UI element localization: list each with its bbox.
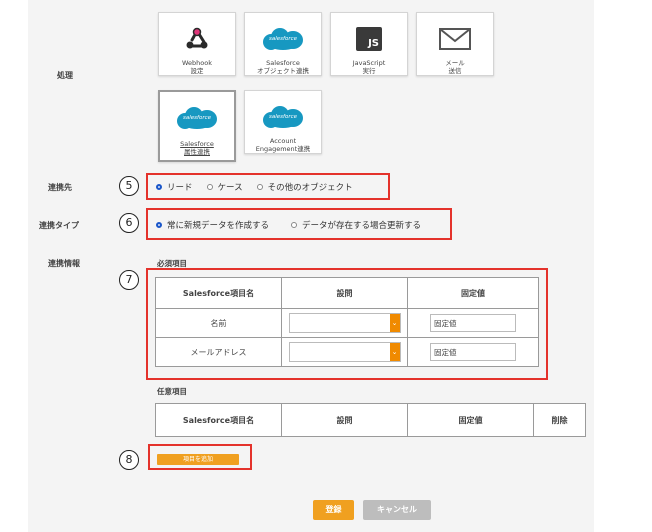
radio-other-object[interactable]: その他のオブジェクト [256,181,353,193]
form-panel [28,0,594,532]
radio-always-create[interactable]: 常に新規データを作成する [156,219,269,231]
tile-account-engagement[interactable]: salesforce Account Engagement連携 [244,90,322,154]
tile-line1: メール [445,59,465,67]
radio-case[interactable]: ケース [206,181,243,193]
header-fixed: 固定値 [407,403,534,437]
add-item-button[interactable]: 項目を追加 [157,454,239,465]
table-header-row: Salesforce項目名 設問 固定値 [155,277,539,309]
webhook-icon [159,25,235,53]
tile-mail[interactable]: メール 送信 [416,12,494,76]
table-row: 名前 ⌄ 固定値 [155,308,539,338]
tile-line2: 送信 [448,67,462,75]
label-process: 処理 [57,71,73,80]
tile-salesforce-object[interactable]: salesforce Salesforce オブジェクト連携 [244,12,322,76]
question-select[interactable]: ⌄ [288,342,401,362]
label-info: 連携情報 [48,259,80,268]
callout-8: 8 [119,450,139,470]
radio-update-if-exists[interactable]: データが存在する場合更新する [291,219,421,231]
tile-line2: 実行 [362,67,376,75]
chevron-down-icon: ⌄ [389,343,400,361]
header-salesforce-field: Salesforce項目名 [155,277,282,309]
radio-label: ケース [217,183,243,193]
radio-indicator [156,184,162,190]
tile-line2: オブジェクト連携 [257,67,309,75]
callout-7: 7 [119,270,139,290]
fixed-value-input[interactable]: 固定値 [430,314,516,332]
label-type: 連携タイプ [39,221,79,230]
js-logo-text: JS [368,38,379,49]
tile-line1: Salesforce [266,59,300,67]
required-table: Salesforce項目名 設問 固定値 名前 ⌄ 固定値 メールアドレス ⌄ … [155,277,539,367]
radio-label: 常に新規データを作成する [167,221,270,231]
tile-javascript[interactable]: JS JavaScript 実行 [330,12,408,76]
salesforce-icon: salesforce [160,104,234,132]
cancel-button[interactable]: キャンセル [363,500,431,520]
salesforce-logo-text: salesforce [183,115,211,121]
radio-indicator [291,222,298,228]
optional-table: Salesforce項目名 設問 固定値 削除 [155,403,586,437]
header-question: 設問 [281,403,408,437]
register-button[interactable]: 登録 [313,500,354,520]
header-fixed: 固定値 [407,277,539,309]
salesforce-logo-text: salesforce [269,114,297,120]
tile-line1: Webhook [181,59,212,67]
chevron-down-icon: ⌄ [389,314,400,332]
callout-6: 6 [119,213,139,233]
optional-title: 任意項目 [157,387,187,396]
fixed-value-input[interactable]: 固定値 [430,343,516,361]
tile-line2: 属性連携 [184,148,210,156]
header-question: 設問 [281,277,408,309]
callout-5: 5 [119,176,139,196]
tile-line1: JavaScript [352,59,386,67]
question-select[interactable]: ⌄ [288,313,401,333]
mail-icon [417,25,493,53]
tile-line1: Account [269,137,297,145]
tile-line2: Engagement連携 [255,145,311,153]
salesforce-icon: salesforce [245,25,321,53]
header-delete: 削除 [533,403,586,437]
salesforce-icon: salesforce [245,103,321,131]
table-row: メールアドレス ⌄ 固定値 [155,337,539,367]
radio-indicator [256,184,263,190]
label-destination: 連携先 [48,183,72,192]
salesforce-logo-text: salesforce [269,36,297,42]
radio-label: データが存在する場合更新する [302,221,422,231]
type-radio-group: 常に新規データを作成する データが存在する場合更新する [156,219,435,231]
radio-label: その他のオブジェクト [267,183,353,193]
field-name: メールアドレス [155,337,282,367]
radio-lead[interactable]: リード [156,181,193,193]
radio-label: リード [167,183,193,193]
table-header-row: Salesforce項目名 設問 固定値 削除 [155,403,586,437]
tile-salesforce-attribute[interactable]: salesforce Salesforce 属性連携 [158,90,236,162]
tile-line2: 設定 [190,67,204,75]
javascript-icon: JS [331,25,407,53]
radio-indicator [156,222,162,228]
header-salesforce-field: Salesforce項目名 [155,403,282,437]
destination-radio-group: リード ケース その他のオブジェクト [156,181,367,193]
tile-webhook[interactable]: Webhook 設定 [158,12,236,76]
radio-indicator [206,184,213,190]
field-name: 名前 [155,308,282,338]
tile-line1: Salesforce [180,140,214,148]
